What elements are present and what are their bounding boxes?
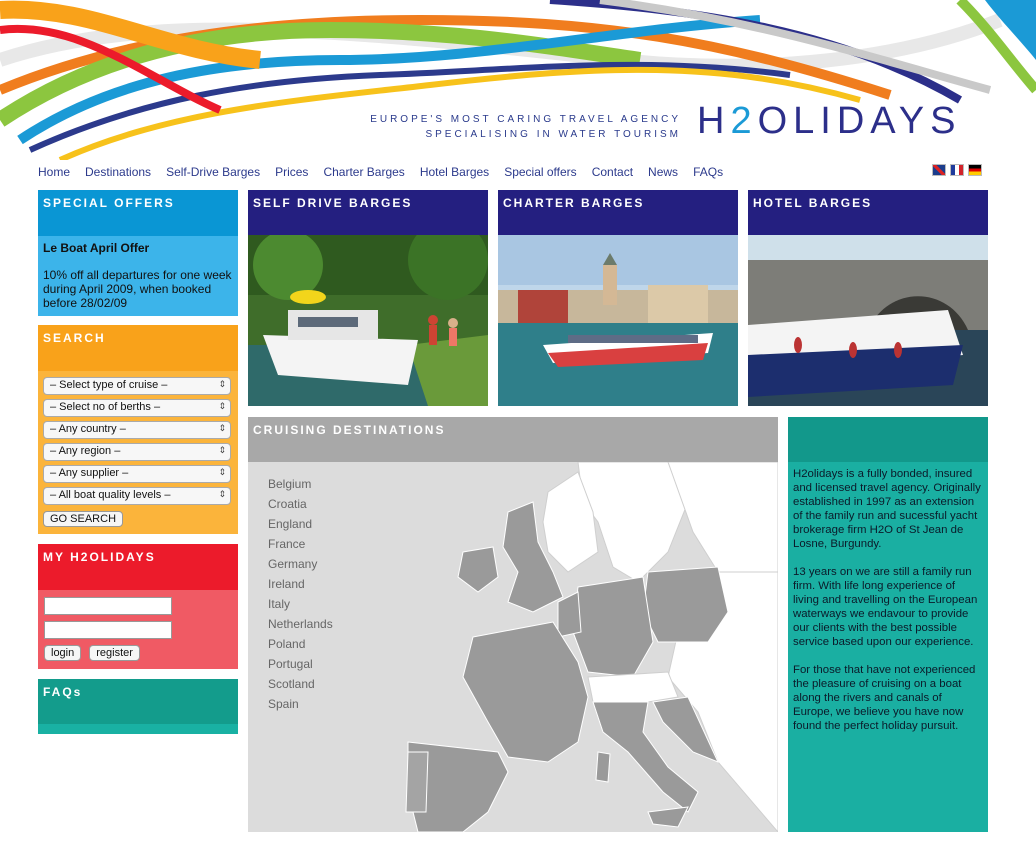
special-offers-body: Le Boat April Offer 10% off all departur… <box>38 236 238 316</box>
destination-italy[interactable]: Italy <box>268 597 333 617</box>
nav-news[interactable]: News <box>648 165 678 181</box>
faqs-box: FAQs <box>38 679 238 734</box>
tagline-line-2: SPECIALISING IN WATER TOURISM <box>425 129 681 140</box>
password-field[interactable] <box>44 621 172 639</box>
destination-scotland[interactable]: Scotland <box>268 677 333 697</box>
destination-poland[interactable]: Poland <box>268 637 333 657</box>
france-flag-icon[interactable] <box>950 164 964 176</box>
login-form: login register <box>38 590 238 669</box>
about-paragraph-1: H2olidays is a fully bonded, insured and… <box>793 468 981 550</box>
hotel-barge-photo[interactable] <box>748 235 988 406</box>
about-text: H2olidays is a fully bonded, insured and… <box>788 462 988 752</box>
destination-spain[interactable]: Spain <box>268 697 333 717</box>
destination-portugal[interactable]: Portugal <box>268 657 333 677</box>
language-flags <box>932 164 982 176</box>
nav-faqs[interactable]: FAQs <box>693 165 723 181</box>
destination-france[interactable]: France <box>268 537 333 557</box>
search-box: SEARCH – Select type of cruise – – Selec… <box>38 325 238 534</box>
offer-title[interactable]: Le Boat April Offer <box>43 241 233 255</box>
supplier-select[interactable]: – Any supplier – <box>43 465 231 483</box>
cruising-destinations-panel: CRUISING DESTINATIONS Belgium Croatia En… <box>248 417 778 832</box>
charter-barges-heading[interactable]: CHARTER BARGES <box>498 190 738 235</box>
self-drive-barges-panel[interactable]: SELF DRIVE BARGES <box>248 190 488 406</box>
nav-special-offers[interactable]: Special offers <box>504 165 577 181</box>
logo-digit: 2 <box>730 100 758 142</box>
destination-list: Belgium Croatia England France Germany I… <box>268 477 333 717</box>
cruise-type-select[interactable]: – Select type of cruise – <box>43 377 231 395</box>
faqs-body <box>38 724 238 734</box>
nav-charter-barges[interactable]: Charter Barges <box>323 165 404 181</box>
charter-barges-panel[interactable]: CHARTER BARGES <box>498 190 738 406</box>
destination-germany[interactable]: Germany <box>268 557 333 577</box>
logo-suffix: OLIDAYS <box>757 100 962 142</box>
header-banner: EUROPE'S MOST CARING TRAVEL AGENCY SPECI… <box>0 0 1036 160</box>
nav-prices[interactable]: Prices <box>275 165 308 181</box>
my-account-heading: MY H2OLIDAYS <box>38 544 238 590</box>
special-offers-box: SPECIAL OFFERS Le Boat April Offer 10% o… <box>38 190 238 316</box>
self-drive-barge-photo[interactable] <box>248 235 488 406</box>
search-form: – Select type of cruise – – Select no of… <box>38 371 238 534</box>
about-panel: H2olidays is a fully bonded, insured and… <box>788 417 988 832</box>
main-nav: Home Destinations Self-Drive Barges Pric… <box>38 165 738 181</box>
about-paragraph-3: For those that have not experienced the … <box>793 664 976 732</box>
hotel-barges-panel[interactable]: HOTEL BARGES <box>748 190 988 406</box>
boat-quality-select[interactable]: – All boat quality levels – <box>43 487 231 505</box>
country-select[interactable]: – Any country – <box>43 421 231 439</box>
germany-flag-icon[interactable] <box>968 164 982 176</box>
special-offers-heading[interactable]: SPECIAL OFFERS <box>38 190 238 236</box>
my-account-box: MY H2OLIDAYS login register <box>38 544 238 669</box>
site-logo[interactable]: H2OLIDAYS <box>697 100 962 143</box>
go-search-button[interactable]: GO SEARCH <box>43 511 124 527</box>
tagline: EUROPE'S MOST CARING TRAVEL AGENCY SPECI… <box>370 112 681 142</box>
login-buttons: login register <box>44 645 232 661</box>
self-drive-barges-heading[interactable]: SELF DRIVE BARGES <box>248 190 488 235</box>
hotel-barges-heading[interactable]: HOTEL BARGES <box>748 190 988 235</box>
nav-home[interactable]: Home <box>38 165 70 181</box>
cruising-destinations-heading: CRUISING DESTINATIONS <box>248 417 778 462</box>
uk-flag-icon[interactable] <box>932 164 946 176</box>
destination-belgium[interactable]: Belgium <box>268 477 333 497</box>
username-field[interactable] <box>44 597 172 615</box>
berths-select[interactable]: – Select no of berths – <box>43 399 231 417</box>
register-button[interactable]: register <box>89 645 140 661</box>
login-button[interactable]: login <box>44 645 82 661</box>
nav-hotel-barges[interactable]: Hotel Barges <box>420 165 489 181</box>
offer-text: 10% off all departures for one week duri… <box>43 268 232 310</box>
about-paragraph-2: 13 years on we are still a family run fi… <box>793 566 978 648</box>
nav-contact[interactable]: Contact <box>592 165 633 181</box>
logo-prefix: H <box>697 100 731 142</box>
about-heading-bar <box>788 417 988 462</box>
region-select[interactable]: – Any region – <box>43 443 231 461</box>
nav-destinations[interactable]: Destinations <box>85 165 151 181</box>
destination-croatia[interactable]: Croatia <box>268 497 333 517</box>
charter-barge-photo[interactable] <box>498 235 738 406</box>
destination-ireland[interactable]: Ireland <box>268 577 333 597</box>
destination-england[interactable]: England <box>268 517 333 537</box>
destination-netherlands[interactable]: Netherlands <box>268 617 333 637</box>
search-heading: SEARCH <box>38 325 238 371</box>
faqs-heading[interactable]: FAQs <box>38 679 238 724</box>
nav-self-drive-barges[interactable]: Self-Drive Barges <box>166 165 260 181</box>
tagline-line-1: EUROPE'S MOST CARING TRAVEL AGENCY <box>370 114 681 125</box>
